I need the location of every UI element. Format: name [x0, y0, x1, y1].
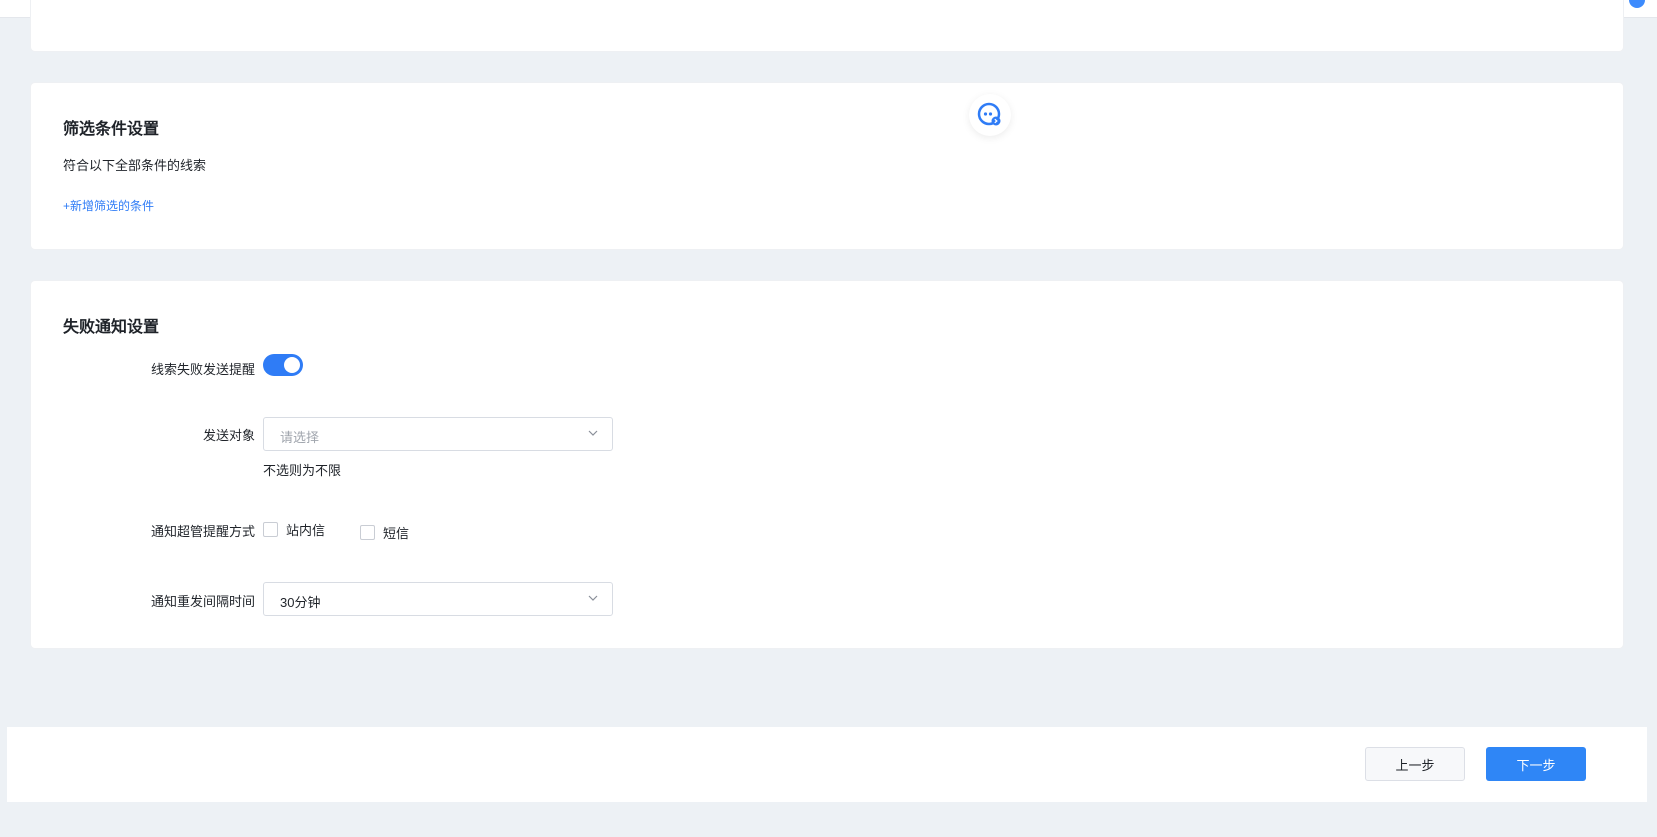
inbox-checkbox[interactable] [263, 522, 278, 537]
target-select-placeholder: 请选择 [280, 430, 320, 445]
target-hint: 不选则为不限 [263, 463, 342, 478]
target-select[interactable]: 请选择 [263, 417, 613, 451]
chevron-down-icon [588, 430, 598, 436]
inbox-label: 站内信 [286, 523, 326, 538]
method-label: 通知超管提醒方式 [150, 524, 255, 539]
interval-select-value: 30分钟 [280, 595, 321, 610]
method-option-inbox[interactable]: 站内信 [263, 520, 325, 539]
method-option-sms[interactable]: 短信 [360, 523, 409, 542]
filter-section-title: 筛选条件设置 [63, 121, 160, 138]
target-label: 发送对象 [202, 428, 255, 443]
sms-checkbox[interactable] [360, 525, 375, 540]
interval-select[interactable]: 30分钟 [263, 582, 613, 616]
failure-notify-card: 失败通知设置 线索失败发送提醒 发送对象 请选择 不选则为不限 通知超管提醒方式… [31, 281, 1623, 648]
chevron-down-icon [588, 595, 598, 601]
previous-section-card [31, 0, 1623, 51]
filter-settings-card: 筛选条件设置 符合以下全部条件的线索 +新增筛选的条件 [31, 83, 1623, 249]
assistant-bot-button[interactable] [969, 94, 1011, 136]
reminder-toggle[interactable] [263, 354, 303, 376]
chat-bot-icon [977, 102, 1001, 126]
sms-label: 短信 [383, 526, 410, 541]
next-step-button[interactable]: 下一步 [1486, 747, 1586, 781]
add-filter-condition-link[interactable]: +新增筛选的条件 [63, 197, 154, 214]
interval-label: 通知重发间隔时间 [150, 594, 255, 609]
toggle-knob [284, 357, 300, 373]
avatar[interactable] [1629, 0, 1645, 8]
reminder-label: 线索失败发送提醒 [150, 362, 255, 377]
notify-section-title: 失败通知设置 [63, 319, 160, 336]
footer-bar: 上一步 下一步 [7, 727, 1647, 802]
filter-match-text: 符合以下全部条件的线索 [63, 158, 207, 173]
prev-step-button[interactable]: 上一步 [1365, 747, 1465, 781]
